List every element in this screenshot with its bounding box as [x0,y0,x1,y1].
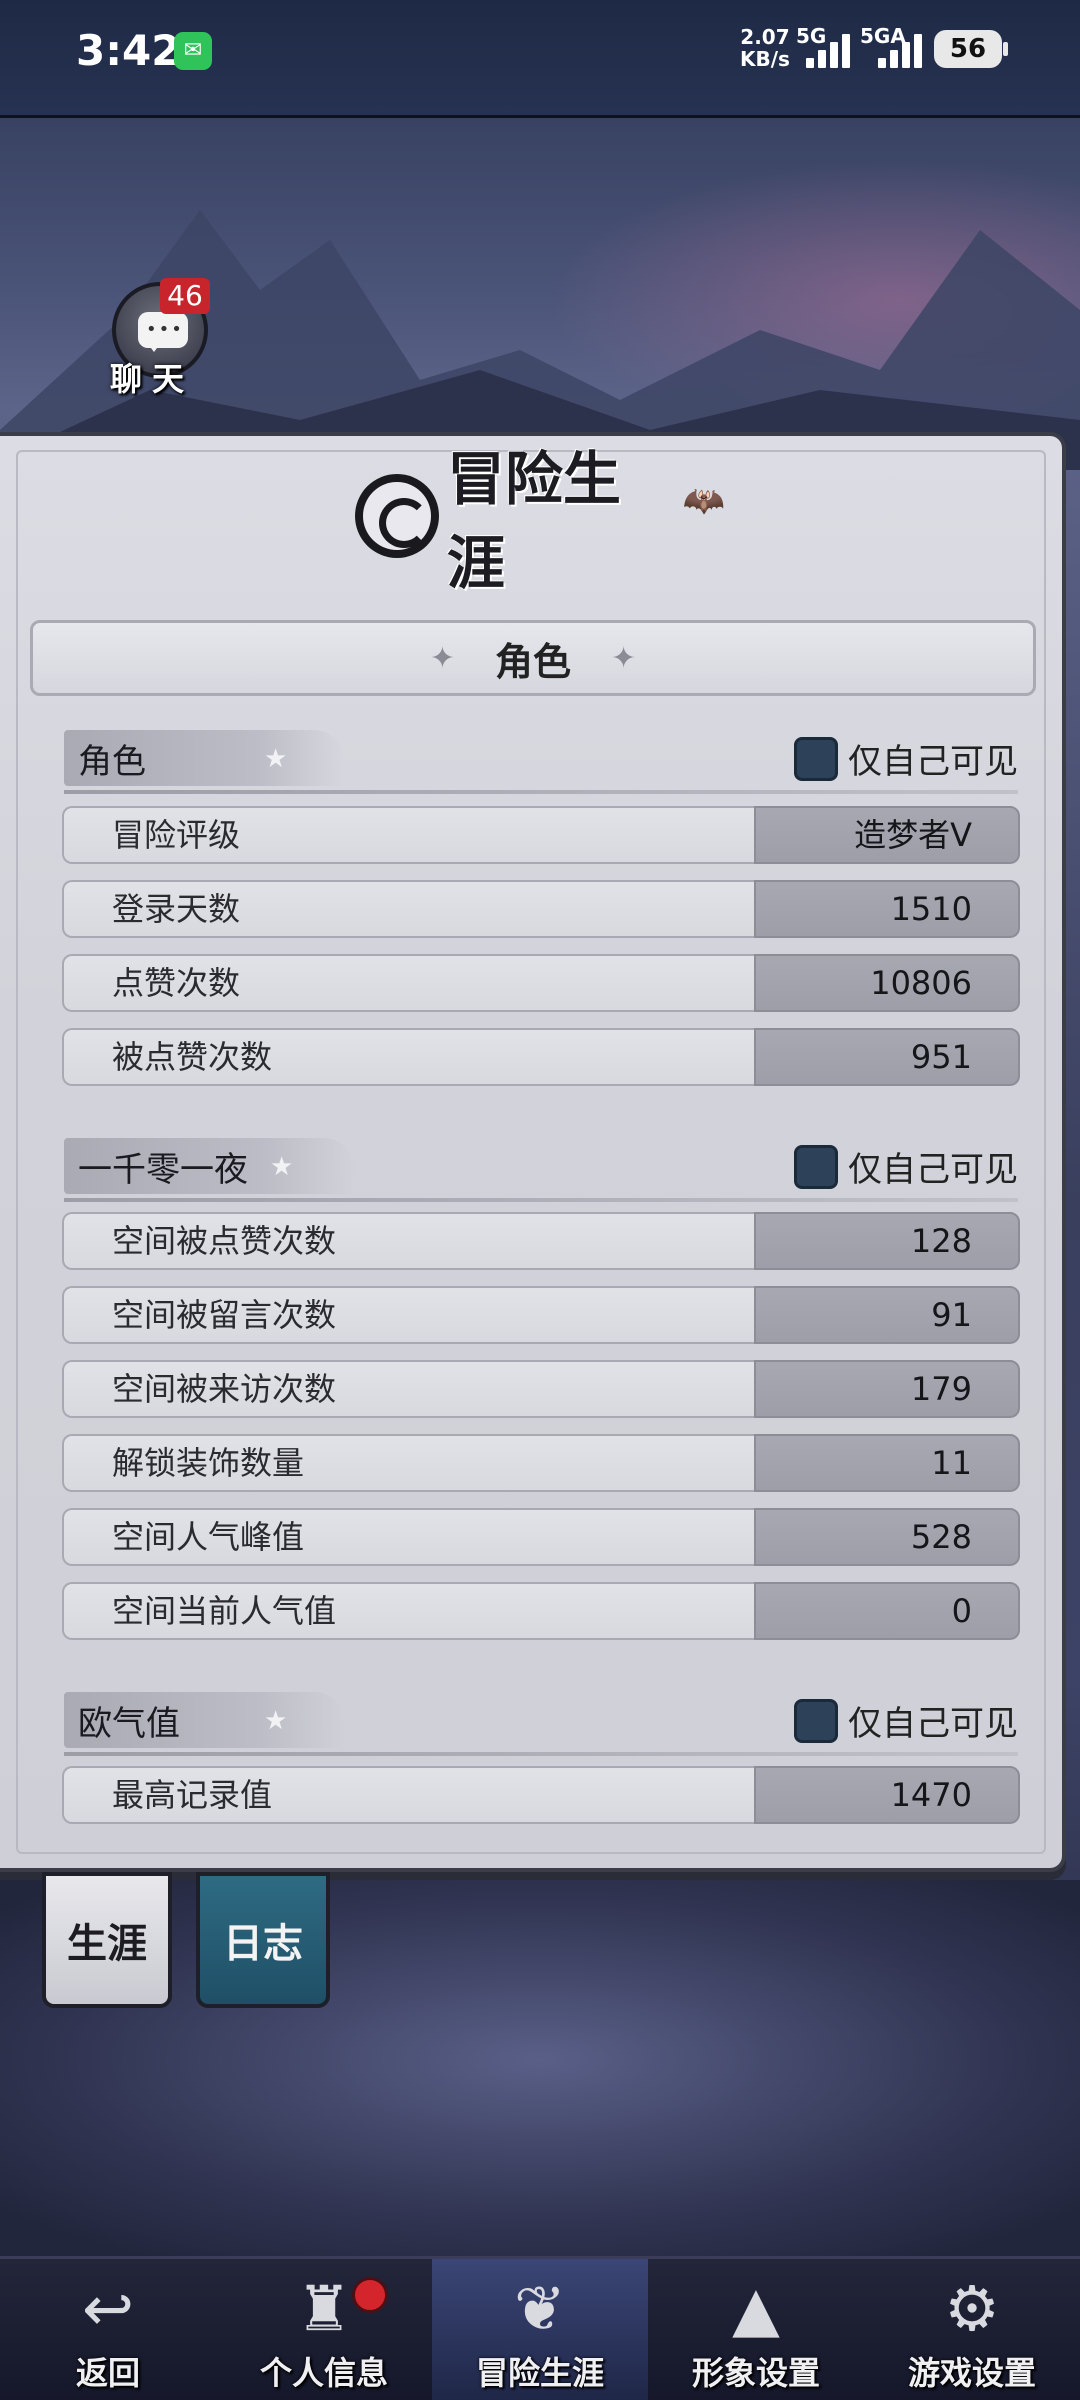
nav-label: 个人信息 [259,2354,388,2392]
network-speed: 2.07 KB/s [740,26,790,70]
stat-value: 179 [754,1360,1020,1418]
star-icon: ★ [264,1706,288,1736]
stat-label: 被点赞次数 [62,1028,756,1086]
stat-value: 91 [754,1286,1020,1344]
stat-label: 登录天数 [62,880,756,938]
tab-log[interactable]: 日志 [196,1872,330,2008]
nav-back[interactable]: ↩ 返回 [0,2259,216,2400]
group-title: 欧气值 [64,1692,344,1748]
chat-unread-badge: 46 [160,278,210,314]
bottom-nav: ↩ 返回 ♜ 个人信息 ❦ 冒险生涯 ▲ 形象设置 ⚙ 游戏设置 [0,2256,1080,2400]
stat-row: 空间被点赞次数 128 [62,1212,1020,1270]
chat-label: 聊天 [110,360,195,398]
signal-2-icon [878,30,926,68]
stat-label: 点赞次数 [62,954,756,1012]
visibility-toggle[interactable]: 仅自己可见 [794,1142,1018,1191]
status-bar: 3:42 ✉ 2.07 KB/s 5G 5GA 56 [0,0,1080,118]
stat-row: 登录天数 1510 [62,880,1020,938]
stat-row: 解锁装饰数量 11 [62,1434,1020,1492]
group-title-text: 角色 [78,741,146,782]
nav-label: 形象设置 [691,2354,820,2392]
stat-value: 1470 [754,1766,1020,1824]
divider [64,1198,1018,1202]
stat-value: 951 [754,1028,1020,1086]
stat-label: 空间人气峰值 [62,1508,756,1566]
sparkle-icon: ✦ [611,640,637,676]
hooded-figure-icon: ▲ [732,2271,780,2345]
group-title: 一千零一夜 [64,1138,354,1194]
net-speed-value: 2.07 [740,25,790,49]
bat-icon: 🦇 [682,481,725,521]
panel-title-text: 冒险生涯 [446,445,621,597]
group-header-nights: 一千零一夜 ★ 仅自己可见 [64,1138,1018,1202]
signal-1-icon [806,30,854,68]
stat-row: 空间被来访次数 179 [62,1360,1020,1418]
stat-value: 528 [754,1508,1020,1566]
swirl-emblem-icon [355,474,439,558]
chat-bubble-icon: ••• [138,312,188,352]
stat-label: 最高记录值 [62,1766,756,1824]
group-title-text: 一千零一夜 [78,1149,248,1190]
nav-label: 游戏设置 [907,2354,1036,2392]
checkbox[interactable] [794,736,838,781]
stat-label: 空间被来访次数 [62,1360,756,1418]
stat-label: 解锁装饰数量 [62,1434,756,1492]
gear-icon: ⚙ [944,2271,1000,2345]
panel-title: 冒险生涯 🦇 [355,445,725,597]
visibility-label: 仅自己可见 [848,1704,1018,1744]
stat-row: 空间人气峰值 528 [62,1508,1020,1566]
stat-row: 空间当前人气值 0 [62,1582,1020,1640]
nav-profile[interactable]: ♜ 个人信息 [216,2259,432,2400]
back-arrow-icon: ↩ [82,2271,134,2345]
castle-icon: ♜ [296,2271,352,2345]
net-speed-unit: KB/s [740,47,790,71]
stat-row: 冒险评级 造梦者V [62,806,1020,864]
clock: 3:42 [76,26,181,75]
visibility-label: 仅自己可见 [848,742,1018,782]
section-heading-text: 角色 [494,639,571,684]
visibility-toggle[interactable]: 仅自己可见 [794,1696,1018,1745]
stat-value: 128 [754,1212,1020,1270]
stat-row: 被点赞次数 951 [62,1028,1020,1086]
visibility-label: 仅自己可见 [848,1150,1018,1190]
stat-row: 空间被留言次数 91 [62,1286,1020,1344]
group-header-role: 角色 ★ 仅自己可见 [64,730,1018,794]
stat-value: 11 [754,1434,1020,1492]
star-icon: ★ [264,744,288,774]
nav-label: 返回 [75,2354,140,2392]
stat-label: 冒险评级 [62,806,756,864]
nav-appearance[interactable]: ▲ 形象设置 [648,2259,864,2400]
section-heading: ✦ 角色 ✦ [30,620,1036,696]
group-title: 角色 [64,730,344,786]
group-header-luck: 欧气值 ★ 仅自己可见 [64,1692,1018,1756]
battery-indicator: 56 [934,30,1008,68]
tab-career[interactable]: 生涯 [42,1872,172,2008]
divider [64,790,1018,794]
star-icon: ★ [270,1152,294,1182]
stat-value: 1510 [754,880,1020,938]
checkbox[interactable] [794,1144,838,1189]
nav-career[interactable]: ❦ 冒险生涯 [432,2259,648,2400]
stat-row: 点赞次数 10806 [62,954,1020,1012]
sparkle-icon: ✦ [429,640,455,676]
group-title-text: 欧气值 [78,1703,180,1744]
crest-icon: ❦ [514,2271,566,2345]
nav-label: 冒险生涯 [475,2354,604,2392]
stat-value: 0 [754,1582,1020,1640]
notification-dot [352,2277,388,2313]
checkbox[interactable] [794,1698,838,1743]
stat-value: 造梦者V [754,806,1020,864]
wechat-icon: ✉ [174,32,212,70]
stat-row: 最高记录值 1470 [62,1766,1020,1824]
nav-settings[interactable]: ⚙ 游戏设置 [864,2259,1080,2400]
stat-label: 空间当前人气值 [62,1582,756,1640]
divider [64,1752,1018,1756]
stat-label: 空间被留言次数 [62,1286,756,1344]
stat-value: 10806 [754,954,1020,1012]
stat-label: 空间被点赞次数 [62,1212,756,1270]
visibility-toggle[interactable]: 仅自己可见 [794,734,1018,783]
